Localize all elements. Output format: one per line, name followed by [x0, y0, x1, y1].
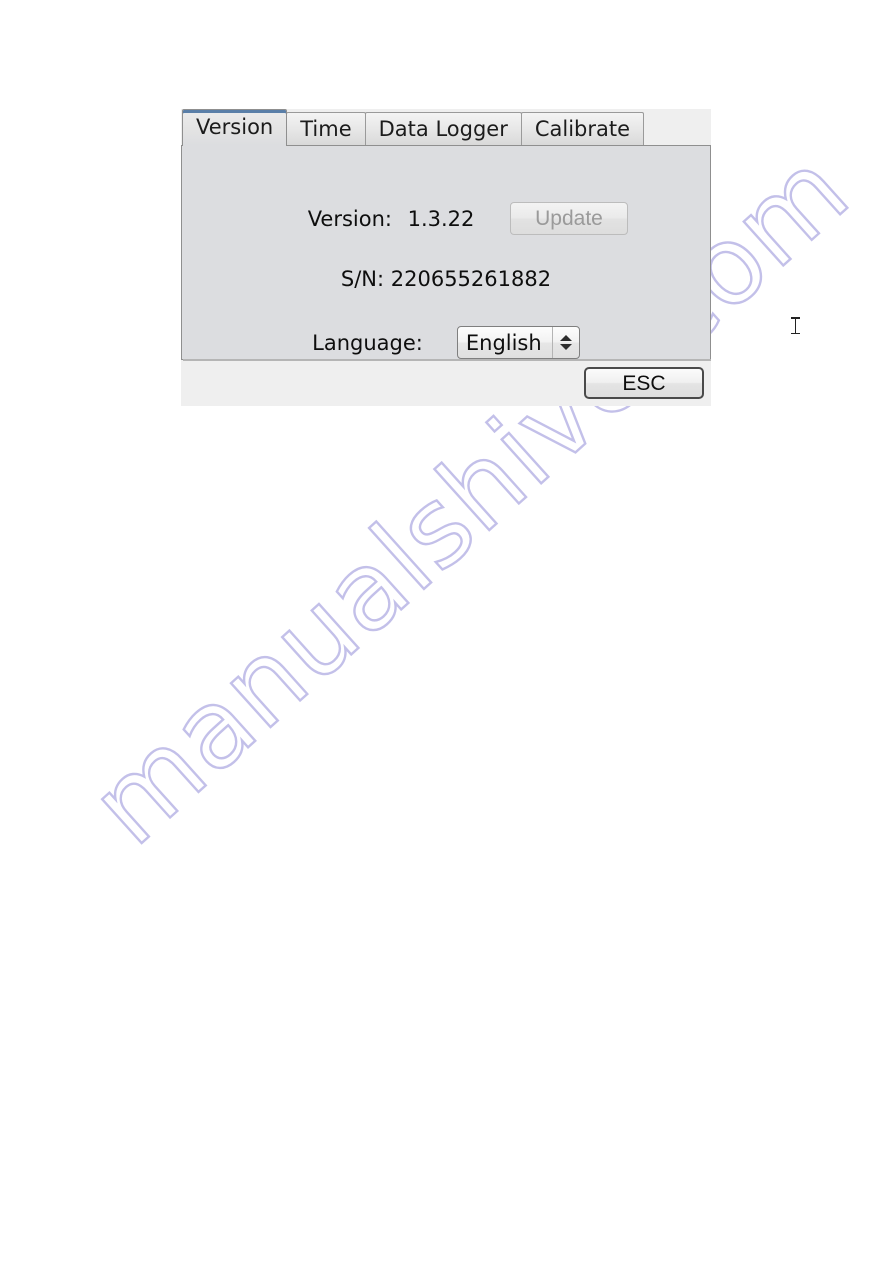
tab-calibrate[interactable]: Calibrate — [520, 112, 645, 145]
tab-version[interactable]: Version — [182, 109, 288, 146]
update-button[interactable]: Update — [510, 202, 628, 235]
serial-number-text: S/N: 220655261882 — [340, 267, 552, 291]
language-selected-value: English — [465, 330, 542, 355]
version-label: Version: — [307, 206, 392, 231]
triangle-up-icon — [559, 335, 572, 341]
dialog-footer: ESC — [181, 360, 711, 406]
serial-number-row: S/N: 220655261882 — [182, 267, 710, 291]
triangle-down-icon — [559, 344, 572, 350]
version-value: 1.3.22 — [407, 206, 475, 231]
language-combobox[interactable]: English — [456, 317, 800, 359]
tab-data-logger[interactable]: Data Logger — [364, 112, 522, 145]
esc-button[interactable]: ESC — [584, 367, 704, 399]
version-tab-panel: Version: 1.3.22 Update S/N: 220655261882… — [181, 145, 800, 361]
text-cursor-icon — [790, 317, 800, 334]
tab-time[interactable]: Time — [286, 112, 366, 145]
language-row: Language: English — [182, 317, 800, 359]
tab-data-logger-label: Data Logger — [378, 116, 508, 141]
version-row: Version: 1.3.22 Update — [182, 202, 710, 235]
tab-calibrate-label: Calibrate — [534, 116, 631, 141]
tab-version-label: Version — [196, 115, 274, 139]
chevron-updown-icon[interactable] — [551, 327, 579, 358]
tab-bar: Version Time Data Logger Calibrate — [181, 109, 711, 146]
settings-dialog: Version Time Data Logger Calibrate Versi… — [181, 109, 800, 406]
tab-time-label: Time — [300, 116, 352, 141]
language-label: Language: — [312, 330, 423, 355]
